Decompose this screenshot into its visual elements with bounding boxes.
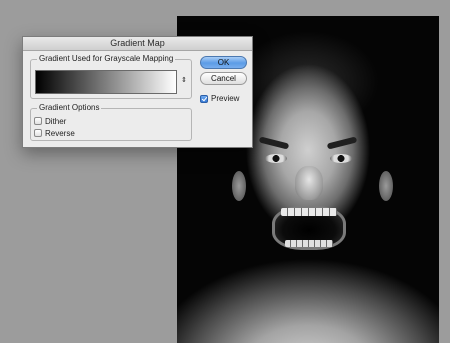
- reverse-label: Reverse: [45, 128, 75, 138]
- reverse-checkbox[interactable]: [34, 129, 42, 137]
- preview-option[interactable]: Preview: [200, 94, 239, 103]
- dither-checkbox[interactable]: [34, 117, 42, 125]
- gradient-options-label: Gradient Options: [37, 103, 102, 113]
- gradient-map-dialog: Gradient Map Gradient Used for Grayscale…: [22, 36, 253, 148]
- ok-button[interactable]: OK: [200, 56, 247, 69]
- photo-brow-right: [326, 136, 358, 150]
- photo-teeth-top: [281, 208, 337, 216]
- gradient-group: Gradient Used for Grayscale Mapping ⇕: [30, 54, 192, 99]
- photo-teeth-bottom: [285, 240, 333, 247]
- gradient-group-label: Gradient Used for Grayscale Mapping: [37, 54, 176, 64]
- photo-ear-right: [379, 171, 393, 201]
- photo-eye-right: [330, 154, 352, 163]
- dither-option[interactable]: Dither: [34, 116, 66, 126]
- gradient-options-group: Gradient Options Dither Reverse: [30, 103, 192, 141]
- reverse-option[interactable]: Reverse: [34, 128, 75, 138]
- photo-eye-left: [265, 154, 287, 163]
- preview-label: Preview: [211, 94, 240, 103]
- photo-brow-left: [258, 136, 290, 150]
- gradient-dropdown-arrow-icon[interactable]: ⇕: [180, 74, 188, 88]
- photo-ear-left: [232, 171, 246, 201]
- dither-label: Dither: [45, 116, 67, 126]
- photo-nose: [295, 166, 323, 200]
- preview-checkbox[interactable]: [200, 94, 208, 103]
- dialog-titlebar[interactable]: Gradient Map: [23, 37, 252, 51]
- cancel-button[interactable]: Cancel: [200, 72, 247, 85]
- gradient-preview-strip[interactable]: [35, 70, 177, 94]
